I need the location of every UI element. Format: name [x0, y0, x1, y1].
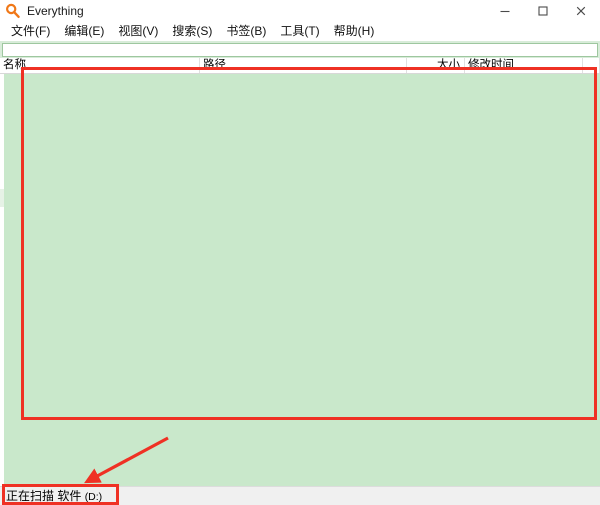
menu-edit[interactable]: 编辑(E): [57, 22, 111, 40]
everything-window: Everything 文件(F) 编辑(E) 视图(V) 搜索(S) 书签(B) 工具(T: [0, 0, 600, 505]
minimize-button[interactable]: [486, 0, 524, 22]
close-button[interactable]: [562, 0, 600, 22]
status-message: 正在扫描 软件 (D:): [6, 489, 102, 505]
column-header-date-modified[interactable]: 修改时间: [465, 58, 583, 73]
menu-search[interactable]: 搜索(S): [165, 22, 219, 40]
window-title: Everything: [27, 4, 84, 18]
gutter-marker: [0, 189, 4, 207]
menu-bar: 文件(F) 编辑(E) 视图(V) 搜索(S) 书签(B) 工具(T) 帮助(H): [0, 22, 600, 40]
result-column-headers: 名称 路径 大小 修改时间: [0, 58, 600, 74]
window-controls: [486, 0, 600, 22]
column-header-name[interactable]: 名称: [0, 58, 200, 73]
status-bar: 正在扫描 软件 (D:): [0, 486, 600, 505]
search-bar: [0, 41, 600, 58]
result-list-gutter: [0, 74, 4, 486]
column-header-extra[interactable]: [583, 58, 600, 73]
column-header-path[interactable]: 路径: [200, 58, 407, 73]
column-header-size[interactable]: 大小: [407, 58, 465, 73]
search-input[interactable]: [2, 43, 598, 57]
status-scanning-label: 正在扫描 软件: [6, 489, 82, 503]
menu-file[interactable]: 文件(F): [4, 22, 57, 40]
magnifier-icon: [4, 2, 22, 20]
menu-view[interactable]: 视图(V): [111, 22, 165, 40]
menu-help[interactable]: 帮助(H): [327, 22, 382, 40]
menu-bookmarks[interactable]: 书签(B): [219, 22, 273, 40]
result-list[interactable]: [0, 74, 600, 486]
title-bar: Everything: [0, 0, 600, 22]
maximize-button[interactable]: [524, 0, 562, 22]
menu-tools[interactable]: 工具(T): [273, 22, 326, 40]
status-drive-label: (D:): [84, 491, 103, 503]
